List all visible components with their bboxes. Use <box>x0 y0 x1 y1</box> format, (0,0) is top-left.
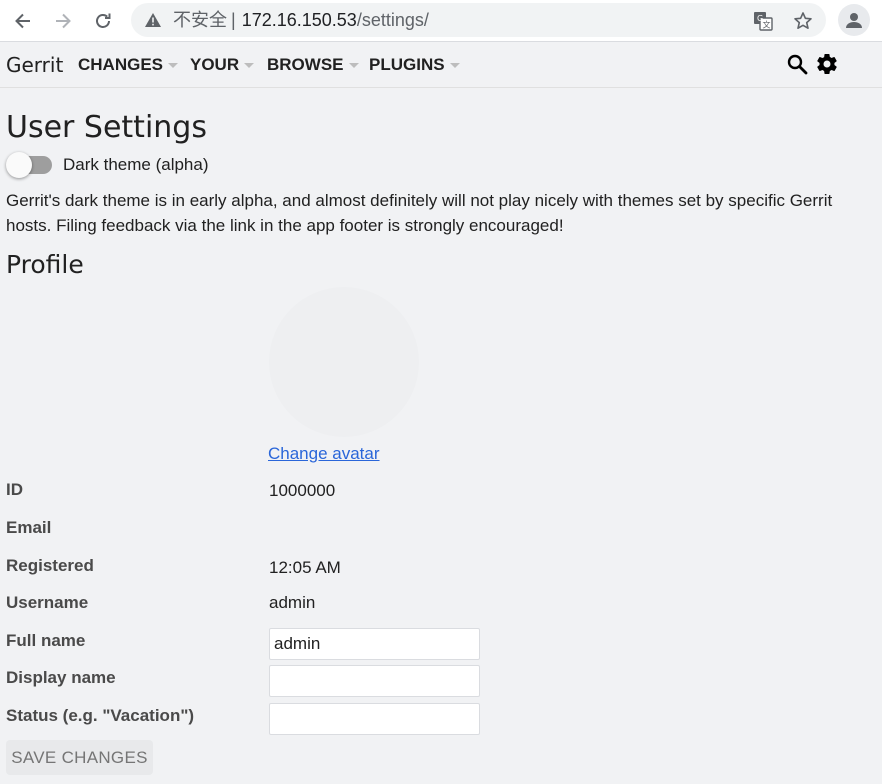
username-value: admin <box>269 593 316 612</box>
dark-theme-label: Dark theme (alpha) <box>63 155 209 174</box>
menu-browse-label: BROWSE <box>267 55 344 74</box>
brand-logo[interactable]: Gerrit <box>6 53 63 77</box>
app-header: Gerrit CHANGES YOUR BROWSE PLUGINS <box>0 43 882 88</box>
change-avatar-link[interactable]: Change avatar <box>268 444 380 464</box>
star-icon[interactable] <box>792 10 814 32</box>
status-input[interactable] <box>269 703 480 735</box>
search-icon[interactable] <box>785 52 809 76</box>
gear-icon[interactable] <box>815 52 839 76</box>
account-icon[interactable] <box>838 4 870 36</box>
browser-toolbar: 不安全 | 172.16.150.53/settings/ G文 <box>0 0 882 42</box>
insecure-label: 不安全 <box>173 10 227 30</box>
dark-theme-toggle[interactable] <box>6 152 52 178</box>
avatar <box>269 287 419 437</box>
url-separator: | <box>231 10 236 30</box>
profile-section-title: Profile <box>6 250 84 279</box>
address-bar[interactable]: 不安全 | 172.16.150.53/settings/ G文 <box>131 3 826 37</box>
back-arrow-icon[interactable] <box>8 6 38 36</box>
url-text[interactable]: 不安全 | 172.16.150.53/settings/ <box>173 10 429 30</box>
full-name-input[interactable] <box>269 628 480 660</box>
save-changes-button[interactable]: SAVE CHANGES <box>6 740 153 775</box>
email-label: Email <box>6 518 52 537</box>
page-title: User Settings <box>6 110 207 145</box>
url-host: 172.16.150.53 <box>241 10 357 30</box>
caret-down-icon <box>449 63 460 68</box>
translate-icon[interactable]: G文 <box>752 10 774 32</box>
svg-text:文: 文 <box>763 20 771 30</box>
menu-your[interactable]: YOUR <box>190 55 255 75</box>
registered-label: Registered <box>6 556 94 575</box>
registered-value: 12:05 AM <box>269 558 341 577</box>
menu-browse[interactable]: BROWSE <box>267 55 359 75</box>
warning-icon[interactable] <box>144 12 162 28</box>
menu-changes[interactable]: CHANGES <box>78 55 179 75</box>
status-label: Status (e.g. "Vacation") <box>6 706 195 725</box>
reload-icon[interactable] <box>88 6 118 36</box>
forward-arrow-icon[interactable] <box>48 6 78 36</box>
caret-down-icon <box>348 63 359 68</box>
caret-down-icon <box>244 63 255 68</box>
dark-theme-notice: Gerrit's dark theme is in early alpha, a… <box>6 191 833 235</box>
id-label: ID <box>6 480 23 499</box>
menu-changes-label: CHANGES <box>78 55 164 74</box>
caret-down-icon <box>168 63 179 68</box>
menu-plugins-label: PLUGINS <box>369 55 445 74</box>
id-value: 1000000 <box>269 481 336 500</box>
username-label: Username <box>6 593 89 612</box>
menu-your-label: YOUR <box>190 55 240 74</box>
display-name-input[interactable] <box>269 665 480 697</box>
full-name-label: Full name <box>6 631 86 650</box>
toggle-knob <box>6 152 32 178</box>
display-name-label: Display name <box>6 668 116 687</box>
menu-plugins[interactable]: PLUGINS <box>369 55 460 75</box>
url-path: /settings/ <box>356 10 429 30</box>
